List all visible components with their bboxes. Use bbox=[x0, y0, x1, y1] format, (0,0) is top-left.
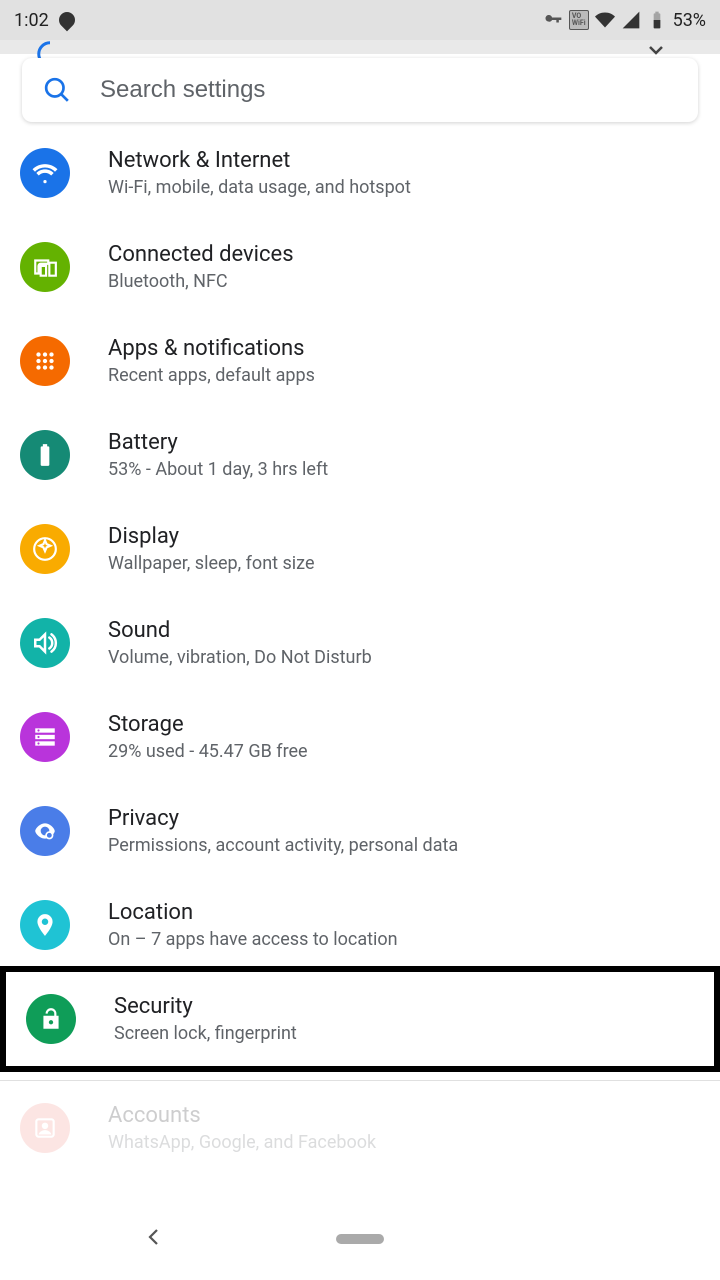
accounts-icon bbox=[20, 1103, 70, 1153]
item-text: Battery 53% - About 1 day, 3 hrs left bbox=[108, 430, 328, 480]
item-title: Connected devices bbox=[108, 242, 294, 267]
search-bar-container bbox=[0, 54, 720, 122]
settings-item-battery[interactable]: Battery 53% - About 1 day, 3 hrs left bbox=[0, 408, 720, 502]
item-subtitle: Screen lock, fingerprint bbox=[114, 1023, 297, 1044]
settings-item-storage[interactable]: Storage 29% used - 45.47 GB free bbox=[0, 690, 720, 784]
privacy-icon bbox=[20, 806, 70, 856]
item-text: Sound Volume, vibration, Do Not Disturb bbox=[108, 618, 372, 668]
item-title: Location bbox=[108, 900, 398, 925]
wifi-icon bbox=[20, 148, 70, 198]
settings-item-connected-devices[interactable]: Connected devices Bluetooth, NFC bbox=[0, 220, 720, 314]
item-text: Display Wallpaper, sleep, font size bbox=[108, 524, 315, 574]
sound-icon bbox=[20, 618, 70, 668]
status-left: 1:02 bbox=[14, 10, 75, 31]
item-subtitle: On – 7 apps have access to location bbox=[108, 929, 398, 950]
item-text: Storage 29% used - 45.47 GB free bbox=[108, 712, 308, 762]
item-subtitle: 53% - About 1 day, 3 hrs left bbox=[108, 459, 328, 480]
security-icon bbox=[26, 994, 76, 1044]
item-subtitle: Wallpaper, sleep, font size bbox=[108, 553, 315, 574]
settings-item-security[interactable]: Security Screen lock, fingerprint bbox=[0, 966, 720, 1072]
nav-back-button[interactable] bbox=[142, 1225, 166, 1253]
notification-peek bbox=[0, 40, 720, 54]
location-icon bbox=[20, 900, 70, 950]
nav-bar bbox=[0, 1234, 720, 1244]
item-title: Storage bbox=[108, 712, 308, 737]
item-title: Display bbox=[108, 524, 315, 549]
item-text: Accounts WhatsApp, Google, and Facebook bbox=[108, 1103, 376, 1153]
status-time: 1:02 bbox=[14, 10, 49, 31]
item-title: Battery bbox=[108, 430, 328, 455]
nav-pill[interactable] bbox=[336, 1234, 384, 1244]
settings-item-accounts[interactable]: Accounts WhatsApp, Google, and Facebook bbox=[0, 1081, 720, 1175]
settings-item-location[interactable]: Location On – 7 apps have access to locat… bbox=[0, 878, 720, 972]
item-subtitle: Permissions, account activity, personal … bbox=[108, 835, 458, 856]
item-text: Network & Internet Wi-Fi, mobile, data us… bbox=[108, 148, 411, 198]
item-title: Network & Internet bbox=[108, 148, 411, 173]
settings-item-network-internet[interactable]: Network & Internet Wi-Fi, mobile, data us… bbox=[0, 126, 720, 220]
item-subtitle: Bluetooth, NFC bbox=[108, 271, 294, 292]
item-title: Apps & notifications bbox=[108, 336, 315, 361]
item-text: Location On – 7 apps have access to locat… bbox=[108, 900, 398, 950]
item-text: Connected devices Bluetooth, NFC bbox=[108, 242, 294, 292]
item-text: Security Screen lock, fingerprint bbox=[114, 994, 297, 1044]
devices-icon bbox=[20, 242, 70, 292]
wifi-status-icon bbox=[595, 10, 615, 30]
item-text: Privacy Permissions, account activity, pe… bbox=[108, 806, 458, 856]
search-input[interactable] bbox=[100, 76, 676, 104]
search-icon bbox=[44, 77, 70, 103]
status-bar: 1:02 VOWiFi 53% bbox=[0, 0, 720, 40]
settings-item-sound[interactable]: Sound Volume, vibration, Do Not Disturb bbox=[0, 596, 720, 690]
item-subtitle: Wi-Fi, mobile, data usage, and hotspot bbox=[108, 177, 411, 198]
battery-icon bbox=[20, 430, 70, 480]
key-icon bbox=[543, 10, 563, 30]
item-subtitle: WhatsApp, Google, and Facebook bbox=[108, 1132, 376, 1153]
item-text: Apps & notifications Recent apps, default… bbox=[108, 336, 315, 386]
battery-icon bbox=[647, 10, 667, 30]
settings-item-display[interactable]: Display Wallpaper, sleep, font size bbox=[0, 502, 720, 596]
settings-list: Network & Internet Wi-Fi, mobile, data us… bbox=[0, 122, 720, 1175]
item-title: Sound bbox=[108, 618, 372, 643]
signal-icon bbox=[621, 10, 641, 30]
item-subtitle: Volume, vibration, Do Not Disturb bbox=[108, 647, 372, 668]
item-subtitle: Recent apps, default apps bbox=[108, 365, 315, 386]
display-icon bbox=[20, 524, 70, 574]
status-battery: 53% bbox=[673, 10, 706, 31]
status-right: VOWiFi 53% bbox=[543, 10, 706, 31]
settings-item-apps-notifications[interactable]: Apps & notifications Recent apps, default… bbox=[0, 314, 720, 408]
search-bar[interactable] bbox=[22, 58, 698, 122]
item-title: Security bbox=[114, 994, 297, 1019]
item-title: Accounts bbox=[108, 1103, 376, 1128]
item-subtitle: 29% used - 45.47 GB free bbox=[108, 741, 308, 762]
vowifi-icon: VOWiFi bbox=[569, 10, 589, 30]
storage-icon bbox=[20, 712, 70, 762]
apps-icon bbox=[20, 336, 70, 386]
settings-item-privacy[interactable]: Privacy Permissions, account activity, pe… bbox=[0, 784, 720, 878]
item-title: Privacy bbox=[108, 806, 458, 831]
flame-icon bbox=[55, 9, 78, 32]
